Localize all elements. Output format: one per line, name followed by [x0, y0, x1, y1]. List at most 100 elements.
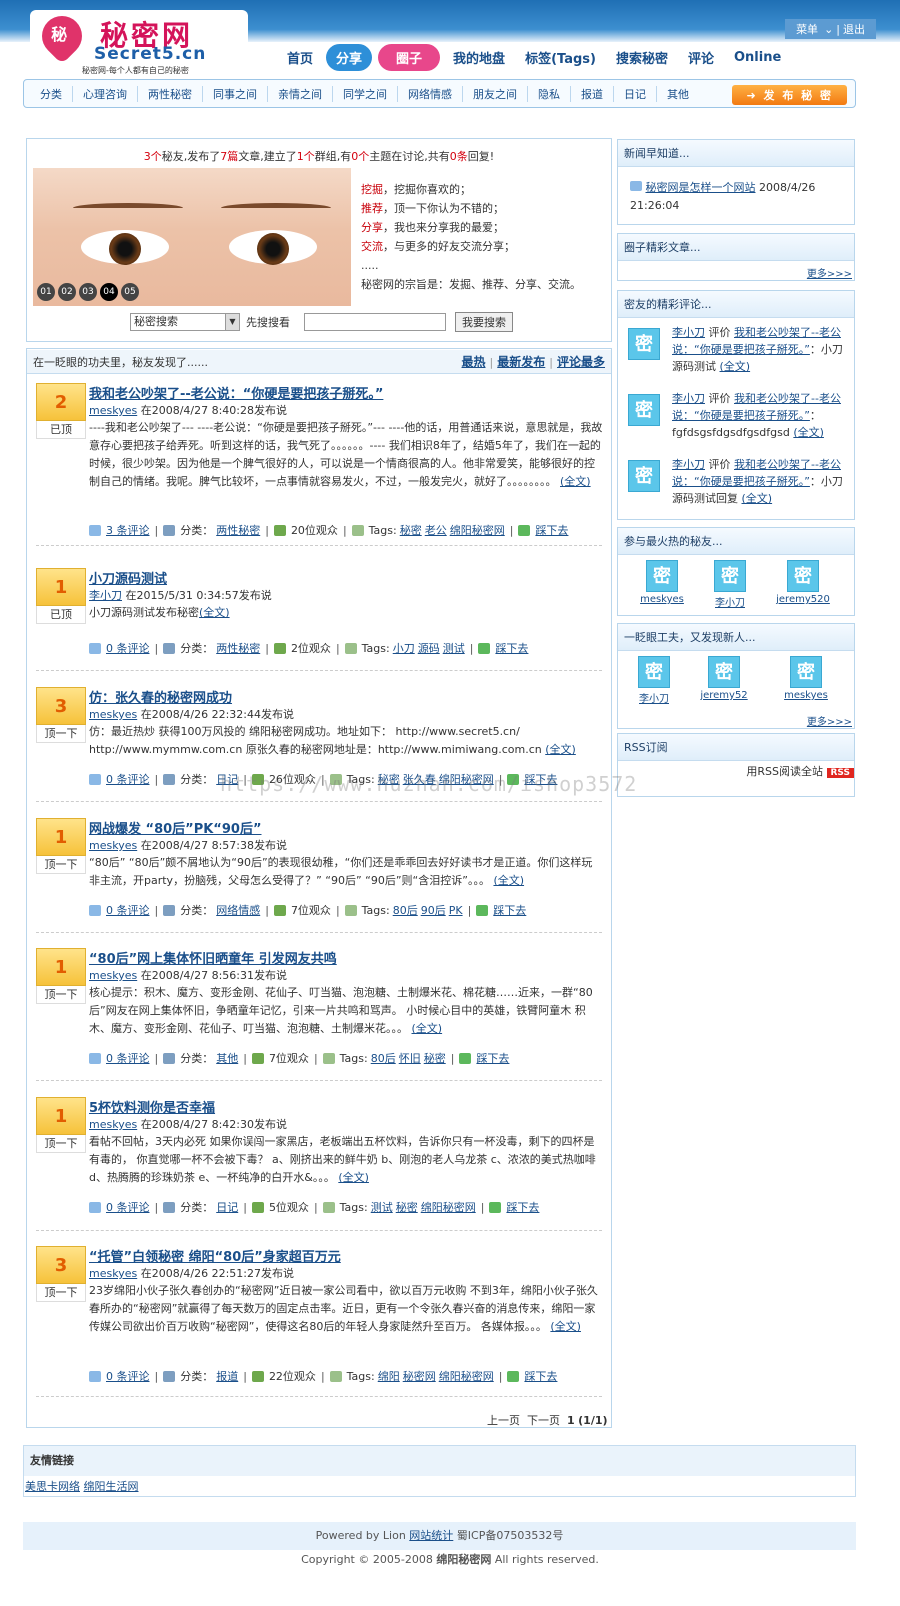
- category-item[interactable]: 隐私: [528, 85, 571, 102]
- slide-dot[interactable]: 05: [121, 283, 139, 301]
- vote-box[interactable]: 1 已顶: [36, 568, 86, 624]
- read-more-link[interactable]: (全文): [338, 1171, 369, 1184]
- nav-circle[interactable]: 圈子: [378, 43, 441, 71]
- vote-button[interactable]: 已顶: [36, 606, 86, 624]
- post-author[interactable]: 李小刀: [89, 589, 122, 602]
- review-user[interactable]: 李小刀: [672, 326, 705, 339]
- nav-home[interactable]: 首页: [280, 48, 320, 67]
- tag-link[interactable]: 秘密网: [403, 1368, 436, 1384]
- tag-link[interactable]: 秘密: [400, 522, 422, 538]
- sort-newest[interactable]: 最新发布: [497, 355, 545, 369]
- bury-link[interactable]: 踩下去: [495, 640, 528, 656]
- post-title[interactable]: “80后”网上集体怀旧晒童年 引发网友共鸣: [89, 948, 337, 967]
- read-more-link[interactable]: (全文): [720, 360, 751, 373]
- slideshow-image[interactable]: 01 02 03 04 05: [33, 168, 351, 306]
- comments-link[interactable]: 0 条评论: [106, 1050, 150, 1066]
- tag-link[interactable]: 80后: [393, 902, 418, 918]
- site-logo[interactable]: 秘 秘密网 Secret5.cn 秘密网-每个人都有自己的秘密: [30, 7, 248, 75]
- vote-button[interactable]: 顶一下: [36, 725, 86, 743]
- vote-button[interactable]: 顶一下: [36, 1284, 86, 1302]
- post-title[interactable]: “托管”白领秘密 绵阳“80后”身家超百万元: [89, 1246, 341, 1265]
- vote-button[interactable]: 已顶: [36, 421, 86, 439]
- sort-most-comments[interactable]: 评论最多: [557, 355, 605, 369]
- user-card[interactable]: 密 jeremy520: [773, 560, 833, 605]
- tag-link[interactable]: 绵阳秘密网: [439, 1368, 494, 1384]
- user-name[interactable]: 李小刀: [700, 594, 760, 609]
- nav-share[interactable]: 分享: [326, 43, 373, 71]
- read-more-link[interactable]: (全文): [199, 606, 230, 619]
- tag-link[interactable]: 源码: [418, 640, 440, 656]
- tag-link[interactable]: 80后: [371, 1050, 396, 1066]
- tag-link[interactable]: 绵阳: [378, 1368, 400, 1384]
- tag-link[interactable]: 老公: [425, 522, 447, 538]
- review-user[interactable]: 李小刀: [672, 458, 705, 471]
- avatar[interactable]: 密: [628, 394, 660, 426]
- vote-box[interactable]: 1 顶一下: [36, 948, 86, 1004]
- stats-link[interactable]: 网站统计: [409, 1529, 453, 1542]
- friend-link[interactable]: 美思卡网络: [25, 1480, 80, 1493]
- tag-link[interactable]: 秘密: [396, 1199, 418, 1215]
- read-more-link[interactable]: (全文): [493, 874, 524, 887]
- user-card[interactable]: 密李小刀: [624, 656, 684, 705]
- user-card[interactable]: 密 meskyes: [776, 656, 836, 701]
- bury-link[interactable]: 踩下去: [493, 902, 526, 918]
- post-title[interactable]: 仿：张久春的秘密网成功: [89, 687, 232, 706]
- logout-button[interactable]: 退出: [843, 23, 865, 36]
- vote-box[interactable]: 3 顶一下: [36, 1246, 86, 1302]
- prev-page[interactable]: 上一页: [487, 1414, 520, 1427]
- search-button[interactable]: 我要搜索: [455, 312, 513, 332]
- vote-button[interactable]: 顶一下: [36, 986, 86, 1004]
- tag-link[interactable]: 绵阳秘密网: [450, 522, 505, 538]
- nav-online[interactable]: Online: [727, 50, 788, 65]
- circle-more-link[interactable]: 更多>>>: [807, 265, 852, 280]
- bury-link[interactable]: 踩下去: [506, 1199, 539, 1215]
- category-item[interactable]: 心理咨询: [73, 85, 138, 102]
- user-name[interactable]: meskyes: [776, 690, 836, 701]
- vote-box[interactable]: 1 顶一下: [36, 1097, 86, 1153]
- post-title[interactable]: 网战爆发 “80后”PK“90后”: [89, 818, 262, 837]
- category-item[interactable]: 两性秘密: [138, 85, 203, 102]
- post-title[interactable]: 我和老公吵架了--老公说：“你硬是要把孩子掰死。”: [89, 383, 383, 402]
- post-author[interactable]: meskyes: [89, 969, 137, 982]
- vote-button[interactable]: 顶一下: [36, 1135, 86, 1153]
- read-more-link[interactable]: (全文): [550, 1320, 581, 1333]
- bury-link[interactable]: 踩下去: [476, 1050, 509, 1066]
- vote-box[interactable]: 2 已顶: [36, 383, 86, 439]
- read-more-link[interactable]: (全文): [742, 492, 773, 505]
- category-link[interactable]: 两性秘密: [216, 522, 260, 538]
- tag-link[interactable]: PK: [449, 904, 463, 917]
- vote-button[interactable]: 顶一下: [36, 856, 86, 874]
- nav-my-space[interactable]: 我的地盘: [446, 48, 512, 67]
- tag-link[interactable]: 怀旧: [399, 1050, 421, 1066]
- category-item[interactable]: 报道: [571, 85, 614, 102]
- tag-link[interactable]: 测试: [371, 1199, 393, 1215]
- slide-dot[interactable]: 01: [37, 283, 55, 301]
- avatar[interactable]: 密: [628, 460, 660, 492]
- post-author[interactable]: meskyes: [89, 1267, 137, 1280]
- next-page[interactable]: 下一页: [527, 1414, 560, 1427]
- post-author[interactable]: meskyes: [89, 708, 137, 721]
- tag-link[interactable]: 绵阳秘密网: [421, 1199, 476, 1215]
- nav-tags[interactable]: 标签(Tags): [518, 48, 603, 67]
- user-name[interactable]: jeremy52: [694, 690, 754, 701]
- category-item[interactable]: 网络情感: [398, 85, 463, 102]
- category-link[interactable]: 日记: [216, 1199, 238, 1215]
- comments-link[interactable]: 0 条评论: [106, 1199, 150, 1215]
- tag-link[interactable]: 小刀: [393, 640, 415, 656]
- category-link[interactable]: 其他: [216, 1050, 238, 1066]
- category-link[interactable]: 两性秘密: [216, 640, 260, 656]
- vote-box[interactable]: 3 顶一下: [36, 687, 86, 743]
- comments-link[interactable]: 0 条评论: [106, 640, 150, 656]
- tag-link[interactable]: 90后: [421, 902, 446, 918]
- sort-hot[interactable]: 最热: [462, 355, 486, 369]
- search-input[interactable]: [304, 313, 446, 331]
- avatar[interactable]: 密: [628, 328, 660, 360]
- comments-link[interactable]: 0 条评论: [106, 771, 150, 787]
- category-item[interactable]: 日记: [614, 85, 657, 102]
- bury-link[interactable]: 踩下去: [535, 522, 568, 538]
- user-card[interactable]: 密 jeremy52: [694, 656, 754, 701]
- category-item[interactable]: 同事之间: [203, 85, 268, 102]
- comments-link[interactable]: 3 条评论: [106, 522, 150, 538]
- post-title[interactable]: 小刀源码测试: [89, 568, 167, 587]
- post-title[interactable]: 5杯饮料测你是否幸福: [89, 1097, 215, 1116]
